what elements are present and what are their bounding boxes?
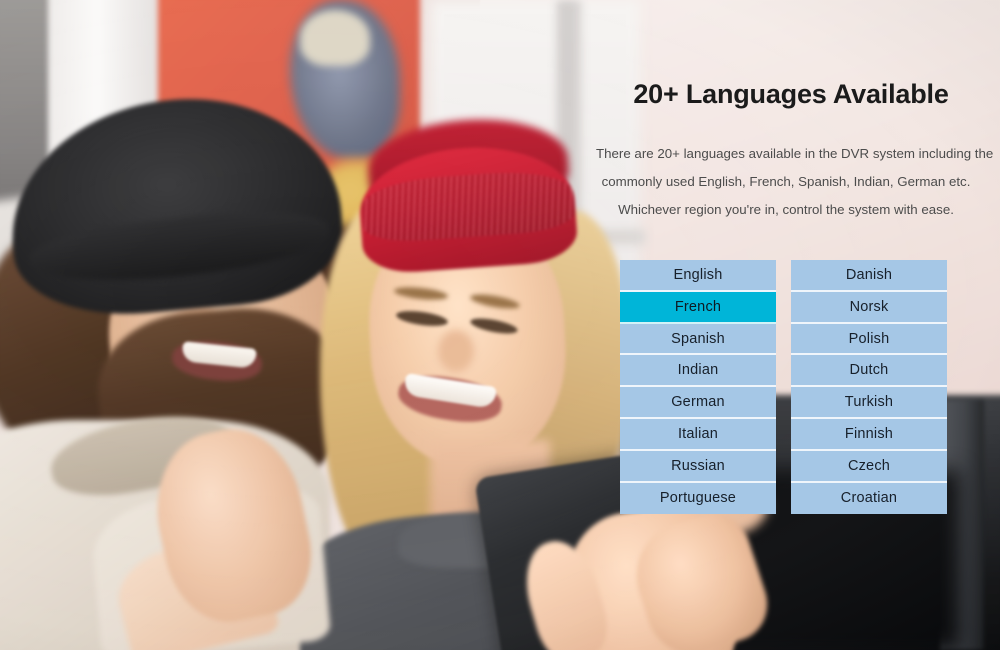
- language-item-russian[interactable]: Russian: [620, 450, 776, 483]
- language-item-czech[interactable]: Czech: [791, 450, 947, 483]
- language-item-portuguese[interactable]: Portuguese: [620, 482, 776, 515]
- feature-description: There are 20+ languages available in the…: [560, 140, 1000, 224]
- language-selector: English French Spanish Indian German Ita…: [620, 260, 947, 515]
- language-feature-banner: 20+ Languages Available There are 20+ la…: [0, 0, 1000, 650]
- language-item-dutch[interactable]: Dutch: [791, 355, 947, 388]
- language-item-french[interactable]: French: [620, 291, 776, 324]
- language-item-spanish[interactable]: Spanish: [620, 323, 776, 356]
- background-mural-hat: [300, 10, 370, 66]
- description-line-2: commonly used English, French, Spanish, …: [601, 174, 971, 190]
- language-item-indian[interactable]: Indian: [620, 355, 776, 388]
- feature-text-panel: 20+ Languages Available There are 20+ la…: [560, 78, 1000, 224]
- language-item-turkish[interactable]: Turkish: [791, 387, 947, 419]
- language-item-english[interactable]: English: [620, 260, 776, 292]
- language-item-german[interactable]: German: [620, 387, 776, 419]
- page-title: 20+ Languages Available: [633, 79, 949, 109]
- language-column-right: Danish Norsk Polish Dutch Turkish Finnis…: [791, 260, 947, 515]
- language-item-danish[interactable]: Danish: [791, 260, 947, 292]
- description-line-1: There are 20+ languages available in the…: [596, 146, 994, 162]
- language-item-italian[interactable]: Italian: [620, 418, 776, 451]
- language-column-left: English French Spanish Indian German Ita…: [620, 260, 776, 515]
- language-item-polish[interactable]: Polish: [791, 323, 947, 356]
- description-line-3: Whichever region you're in, control the …: [618, 202, 954, 218]
- woman-nose: [438, 330, 474, 372]
- language-item-finnish[interactable]: Finnish: [791, 418, 947, 451]
- language-item-norsk[interactable]: Norsk: [791, 291, 947, 324]
- language-item-croatian[interactable]: Croatian: [791, 482, 947, 515]
